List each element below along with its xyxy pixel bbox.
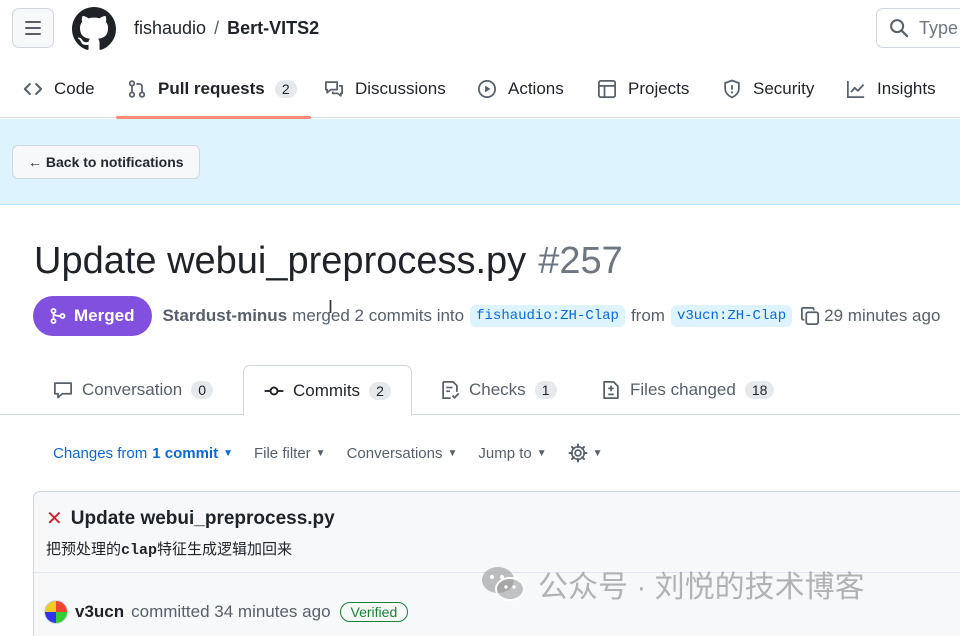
graph-icon [845, 78, 867, 100]
merged-status-label: Merged [74, 306, 135, 325]
tab-checks[interactable]: Checks 1 [440, 365, 557, 415]
tab-conversation-label: Conversation [82, 380, 183, 399]
search-icon [890, 19, 909, 38]
conversations-dropdown[interactable]: Conversations ▼ [347, 445, 458, 462]
pr-tabs: Conversation 0 Commits 2 Checks 1 Files … [0, 365, 960, 416]
commit-header: ✕ Update webui_preprocess.py [46, 506, 335, 531]
pull-request-icon [126, 78, 148, 100]
changes-from-dropdown[interactable]: Changes from 1 commit ▼ [53, 445, 233, 462]
wechat-icon [482, 567, 525, 601]
nav-actions-label: Actions [508, 79, 564, 98]
file-filter-dropdown[interactable]: File filter ▼ [254, 445, 326, 462]
shield-icon [721, 78, 743, 100]
nav-security-label: Security [753, 79, 815, 98]
pr-title-text: Update webui_preprocess.py [34, 240, 527, 282]
changes-from-prefix: Changes from [53, 444, 148, 462]
file-diff-icon [603, 381, 619, 399]
nav-discussions[interactable]: Discussions [323, 60, 446, 118]
nav-insights[interactable]: Insights [845, 60, 936, 118]
head-branch-link[interactable]: v3ucn:ZH-Clap [670, 305, 793, 327]
copy-icon[interactable] [800, 306, 820, 326]
committer-link[interactable]: v3ucn [75, 602, 124, 622]
search-input[interactable]: Type [876, 8, 960, 48]
search-placeholder: Type [919, 17, 959, 38]
tab-conversation-count: 0 [191, 381, 214, 399]
avatar[interactable] [44, 600, 68, 624]
file-filter-label: File filter [253, 444, 311, 462]
top-header: fishaudio / Bert-VITS2 Type [0, 0, 960, 60]
committed-time: committed 34 minutes ago [131, 602, 331, 621]
tab-conversation[interactable]: Conversation 0 [53, 365, 214, 415]
diff-toolbar: Changes from 1 commit ▼ File filter ▼ Co… [53, 440, 603, 466]
pr-author-link[interactable]: Stardust-minus [162, 306, 287, 326]
repo-name-link[interactable]: Bert-VITS2 [227, 18, 319, 38]
code-icon [22, 78, 44, 100]
settings-dropdown[interactable]: ▼ [568, 443, 603, 463]
github-logo-icon[interactable] [72, 7, 116, 51]
tab-commits-label: Commits [293, 380, 361, 400]
verified-badge[interactable]: Verified [339, 602, 409, 622]
watermark-text: 公众号 · 刘悦的技术博客 [538, 571, 865, 604]
pr-number: #257 [538, 240, 623, 282]
jump-to-dropdown[interactable]: Jump to ▼ [478, 445, 546, 462]
nav-security[interactable]: Security [721, 60, 814, 118]
gear-icon [568, 443, 588, 463]
nav-pull-requests-label: Pull requests [158, 79, 265, 98]
chevron-down-icon: ▼ [223, 447, 233, 459]
hamburger-menu-button[interactable] [12, 8, 54, 48]
pr-timestamp: 29 minutes ago [824, 306, 941, 325]
nav-projects[interactable]: Projects [596, 60, 689, 118]
jump-to-label: Jump to [478, 444, 532, 462]
tab-commits[interactable]: Commits 2 [243, 365, 413, 416]
nav-pull-requests-count: 2 [274, 80, 297, 98]
repo-nav: Code Pull requests 2 Discussions Actions… [0, 60, 960, 119]
commit-author-row: v3ucn committed 34 minutes ago Verified [44, 600, 409, 624]
breadcrumb: fishaudio / Bert-VITS2 [134, 18, 319, 39]
nav-pull-requests[interactable]: Pull requests 2 [116, 60, 311, 119]
nav-code[interactable]: Code [22, 60, 95, 118]
pr-action-text: merged 2 commits into [292, 306, 465, 325]
nav-actions[interactable]: Actions [476, 60, 564, 118]
notification-banner: ← Back to notifications [0, 119, 960, 205]
commit-message-code: clap [121, 542, 158, 559]
check-failed-icon[interactable]: ✕ [46, 506, 63, 531]
actions-icon [476, 78, 498, 100]
chevron-down-icon: ▼ [536, 447, 547, 459]
back-to-notifications-button[interactable]: ← Back to notifications [12, 145, 200, 179]
repo-owner-link[interactable]: fishaudio [134, 18, 206, 38]
nav-insights-label: Insights [877, 79, 936, 98]
pr-meta-row: Merged Stardust-minus merged 2 commits i… [33, 296, 940, 336]
nav-projects-label: Projects [628, 79, 690, 98]
comment-icon [54, 382, 72, 399]
commit-message: 把预处理的clap特征生成逻辑加回来 [46, 538, 292, 559]
merged-status-badge: Merged [33, 296, 153, 336]
base-branch-link[interactable]: fishaudio:ZH-Clap [470, 305, 625, 327]
chevron-down-icon: ▼ [592, 447, 603, 459]
commit-message-end: 特征生成逻辑加回来 [157, 541, 293, 558]
nav-code-label: Code [54, 79, 95, 98]
page-title: Update webui_preprocess.py #257 [34, 240, 623, 283]
discussions-icon [323, 78, 345, 100]
git-merge-icon [50, 308, 66, 324]
changes-from-value: 1 commit [152, 444, 219, 462]
chevron-down-icon: ▼ [315, 447, 326, 459]
pr-from-text: from [630, 306, 665, 325]
tab-files-changed-label: Files changed [630, 380, 736, 399]
tab-files-changed-count: 18 [744, 381, 775, 399]
breadcrumb-separator: / [214, 18, 220, 38]
tab-checks-label: Checks [469, 380, 526, 399]
text-cursor-icon: I [328, 297, 334, 317]
commit-message-start: 把预处理的 [46, 541, 122, 558]
tab-commits-count: 2 [369, 381, 392, 400]
projects-icon [596, 78, 618, 100]
checklist-icon [442, 381, 460, 400]
watermark: 公众号 · 刘悦的技术博客 [480, 562, 865, 606]
tab-checks-count: 1 [534, 381, 557, 399]
chevron-down-icon: ▼ [447, 447, 458, 459]
commit-title-link[interactable]: Update webui_preprocess.py [71, 508, 335, 530]
commit-icon [264, 386, 284, 395]
conversations-label: Conversations [346, 444, 443, 462]
nav-discussions-label: Discussions [355, 79, 446, 98]
tab-files-changed[interactable]: Files changed 18 [601, 365, 775, 415]
